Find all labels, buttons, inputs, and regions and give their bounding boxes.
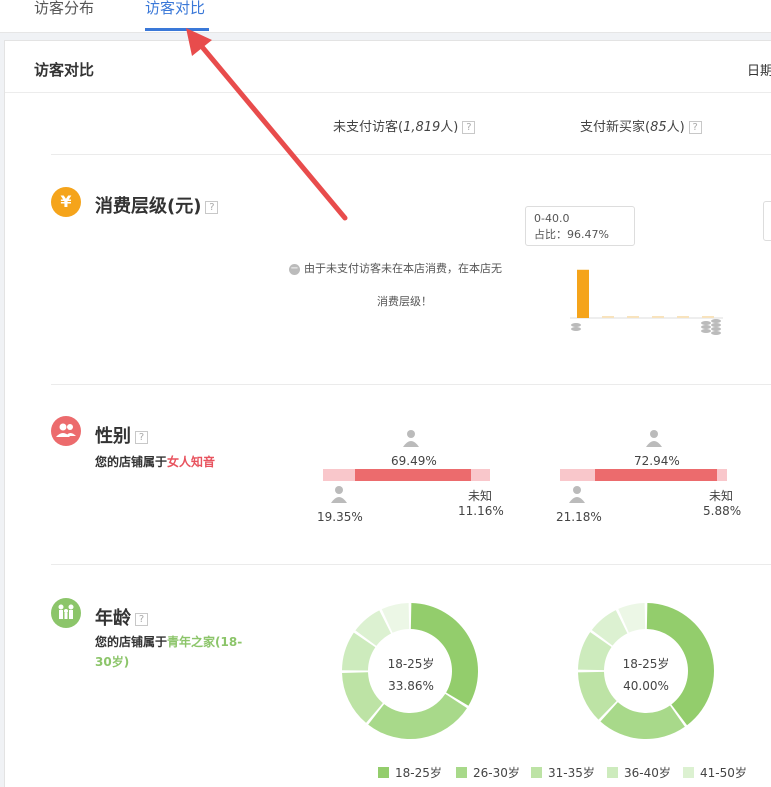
legend-item: 36-40岁: [607, 764, 671, 781]
unpaid-unit: 人): [440, 120, 459, 135]
consumption-bar: [627, 316, 639, 318]
unknown-segment: [471, 469, 490, 481]
subtitle-prefix: 您的店铺属于: [95, 455, 168, 469]
paid-buyers-header: 支付新买家(85人)?: [580, 116, 702, 135]
paid-gender-bar: [560, 469, 727, 481]
consumption-tooltip: 0-40.0 占比：96.47%: [525, 206, 635, 246]
gender-title: 性别?: [95, 422, 148, 448]
legend-item: 31-35岁: [531, 764, 595, 781]
legend-swatch: [531, 767, 542, 778]
divider: [51, 564, 771, 565]
donut-slice: [600, 702, 685, 739]
male-person-icon: [569, 486, 585, 503]
paid-label: 支付新买家(: [580, 120, 651, 135]
paid-unknown-label: 未知: [709, 489, 734, 503]
consumption-title-text: 消费层级(元): [95, 196, 202, 217]
tab-bar: 访客分布 访客对比: [0, 0, 771, 33]
tooltip-share: 占比：96.47%: [534, 228, 609, 241]
consumption-bar: [577, 269, 589, 318]
date-label[interactable]: 日期: [747, 60, 771, 79]
unpaid-male-pct: 19.35%: [317, 510, 363, 524]
consumption-notice: − 由于未支付访客未在本店消费，在本店无 消费层级！: [289, 261, 529, 308]
legend-swatch: [456, 767, 467, 778]
age-title-text: 年龄: [95, 608, 131, 629]
male-segment: [560, 469, 596, 481]
notice-line-1: 由于未支付访客未在本店消费，在本店无: [304, 262, 502, 275]
minus-circle-icon: −: [289, 262, 300, 275]
male-person-icon: [331, 486, 347, 503]
female-segment: [355, 469, 472, 481]
legend-label: 26-30岁: [473, 766, 520, 780]
paid-count: 85: [650, 120, 667, 135]
paid-male-pct: 21.18%: [556, 510, 602, 524]
legend-item: 18-25岁: [378, 764, 442, 781]
gender-title-text: 性别: [95, 426, 131, 447]
age-title: 年龄?: [95, 604, 148, 630]
store-type-highlight: 女人知音: [167, 455, 216, 469]
panel-header: 访客对比 日期: [5, 41, 771, 93]
consumption-tooltip-paid: [763, 201, 771, 241]
legend-swatch: [683, 767, 694, 778]
subtitle-prefix: 您的店铺属于: [95, 635, 168, 649]
active-tab-indicator: [145, 28, 209, 31]
legend-label: 31-35岁: [548, 766, 595, 780]
paid-female-pct: 72.94%: [634, 454, 680, 468]
help-icon[interactable]: ?: [688, 121, 702, 134]
tab-visitor-distribution[interactable]: 访客分布: [34, 0, 94, 16]
consumption-bar: [652, 316, 664, 318]
unknown-segment: [717, 469, 727, 481]
divider: [51, 154, 771, 155]
unpaid-gender-bar: [323, 469, 490, 481]
unpaid-unknown-label: 未知: [468, 489, 493, 503]
legend-swatch: [378, 767, 389, 778]
coin-stack-icon: [701, 319, 721, 335]
legend-label: 36-40岁: [624, 766, 671, 780]
legend-item: 41-50岁: [683, 764, 747, 781]
divider: [51, 384, 771, 385]
gender-subtitle: 您的店铺属于女人知音: [95, 452, 215, 472]
consumption-title: 消费层级(元)?: [95, 192, 219, 218]
unpaid-unknown-pct: 11.16%: [458, 504, 504, 518]
help-icon[interactable]: ?: [135, 612, 148, 626]
panel-title: 访客对比: [34, 61, 95, 79]
female-person-icon: [403, 430, 419, 447]
paid-donut-value: 40.00%: [623, 679, 669, 693]
help-icon[interactable]: ?: [135, 430, 148, 444]
legend-swatch: [607, 767, 618, 778]
comparison-panel: 访客对比 日期 未支付访客(1,819人)? 支付新买家(85人)? ¥ 消费层…: [4, 40, 771, 787]
legend-item: 26-30岁: [456, 764, 520, 781]
users-icon: [51, 416, 81, 446]
age-subtitle: 您的店铺属于青年之家(18-30岁): [95, 632, 255, 672]
yen-icon: ¥: [51, 187, 81, 217]
notice-line-2: 消费层级！: [377, 295, 432, 308]
consumption-bar: [602, 316, 614, 318]
unpaid-count: 1,819: [403, 120, 441, 135]
legend-label: 18-25岁: [395, 766, 442, 780]
female-segment: [595, 469, 718, 481]
help-icon[interactable]: ?: [462, 121, 476, 134]
female-person-icon: [646, 430, 662, 447]
paid-unknown-pct: 5.88%: [703, 504, 742, 518]
consumption-bar: [702, 316, 714, 318]
unpaid-donut-value: 33.86%: [388, 679, 434, 693]
donut-slice: [368, 693, 468, 739]
consumption-bar-chart: [570, 269, 723, 335]
family-icon: [51, 598, 81, 628]
consumption-bar: [677, 316, 689, 318]
unpaid-donut-label: 18-25岁: [387, 657, 435, 671]
help-icon[interactable]: ?: [205, 200, 219, 214]
male-segment: [323, 469, 356, 481]
tooltip-range: 0-40.0: [534, 212, 570, 225]
unpaid-label: 未支付访客(: [333, 120, 404, 135]
unpaid-visitors-header: 未支付访客(1,819人)?: [333, 116, 476, 135]
tab-visitor-comparison[interactable]: 访客对比: [145, 0, 205, 16]
coin-small-icon: [571, 323, 581, 331]
unpaid-female-pct: 69.49%: [391, 454, 437, 468]
paid-donut-label: 18-25岁: [622, 657, 670, 671]
legend-label: 41-50岁: [700, 766, 747, 780]
paid-unit: 人): [666, 120, 685, 135]
